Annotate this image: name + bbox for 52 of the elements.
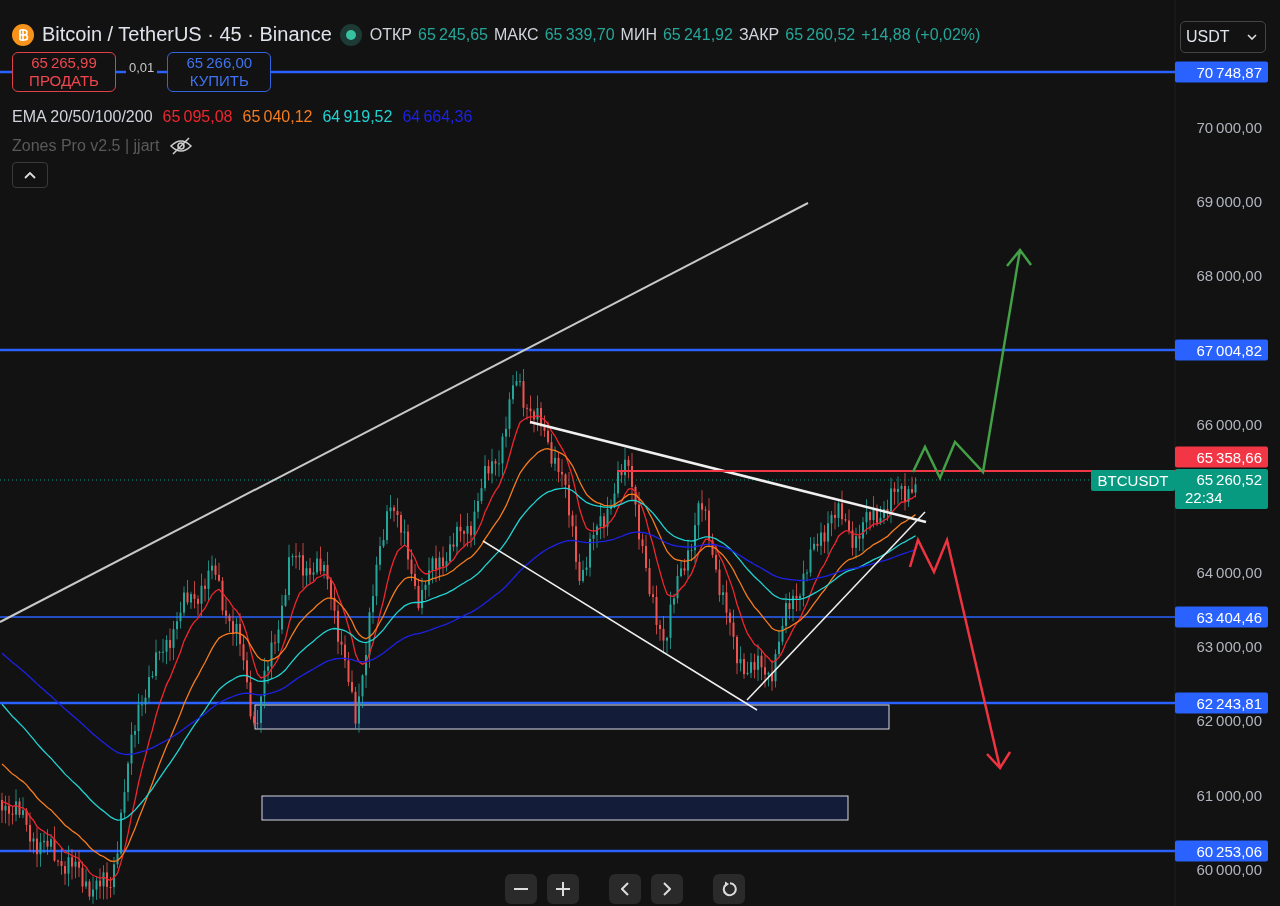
sell-button[interactable]: 65 265,99 ПРОДАТЬ <box>12 52 116 92</box>
price-label: 60 253,06 <box>1175 840 1268 862</box>
price-tick: 68 000,00 <box>1196 266 1262 284</box>
last-price-label: 65 260,52 22:34 <box>1175 469 1268 509</box>
price-tick: 62 000,00 <box>1196 711 1262 729</box>
ohlc-value: 65 260,52 <box>785 25 856 44</box>
scroll-left-button[interactable] <box>609 874 641 904</box>
chevron-right-icon <box>663 882 671 896</box>
collapse-button[interactable] <box>12 162 48 188</box>
indicator-value: 64 664,36 <box>402 108 473 126</box>
ohlc-label: МАКС <box>493 25 539 44</box>
ohlc-label: МИН <box>620 25 657 44</box>
chevron-left-icon <box>621 882 629 896</box>
price-tick: 61 000,00 <box>1196 786 1262 804</box>
price-tick: 60 000,00 <box>1196 860 1262 878</box>
ohlc-value: 65 339,70 <box>544 25 615 44</box>
price-tick: 66 000,00 <box>1196 415 1262 433</box>
ohlc-value: 65 241,92 <box>662 25 733 44</box>
zoom-out-button[interactable] <box>505 874 537 904</box>
ohlc-label: ЗАКР <box>738 25 780 44</box>
ohlc-label: ОТКР <box>369 25 412 44</box>
indicator-name: EMA 20/50/100/200 <box>12 108 153 126</box>
buy-button[interactable]: 65 266,00 КУПИТЬ <box>167 52 272 92</box>
price-tick: 69 000,00 <box>1196 192 1262 210</box>
scroll-right-button[interactable] <box>651 874 683 904</box>
plus-icon <box>556 882 570 896</box>
indicator-name: Zones Pro v2.5 | jjart <box>12 137 160 155</box>
status-dot-icon <box>339 23 362 46</box>
reset-button[interactable] <box>713 874 745 904</box>
symbol-tag: BTCUSDT <box>1091 470 1175 491</box>
zoom-in-button[interactable] <box>547 874 579 904</box>
symbol-title: Bitcoin / TetherUS · 45 · Binance <box>42 23 332 46</box>
chevron-up-icon <box>24 171 36 179</box>
indicator-value: 64 919,52 <box>322 108 393 126</box>
price-change: +14,88 (+0,02%) <box>861 25 981 44</box>
coin-icon <box>12 23 34 46</box>
price-tick: 63 000,00 <box>1196 637 1262 655</box>
ohlc-value: 65 245,65 <box>418 25 488 44</box>
minus-icon <box>514 888 528 890</box>
price-label: 70 748,87 <box>1175 61 1268 83</box>
indicator-value: 65 095,08 <box>162 108 233 126</box>
price-label: 62 243,81 <box>1175 692 1268 714</box>
chevron-down-icon <box>1247 34 1257 40</box>
indicator-value: 65 040,12 <box>242 108 313 126</box>
price-label: 63 404,46 <box>1175 606 1268 628</box>
price-label: 67 004,82 <box>1175 339 1268 361</box>
reset-icon <box>721 881 737 897</box>
price-label: 65 358,66 <box>1175 446 1268 468</box>
currency-select[interactable]: USDT <box>1180 21 1266 53</box>
price-tick: 70 000,00 <box>1196 118 1262 136</box>
price-tick: 64 000,00 <box>1196 563 1262 581</box>
eye-slash-icon[interactable] <box>169 136 194 156</box>
